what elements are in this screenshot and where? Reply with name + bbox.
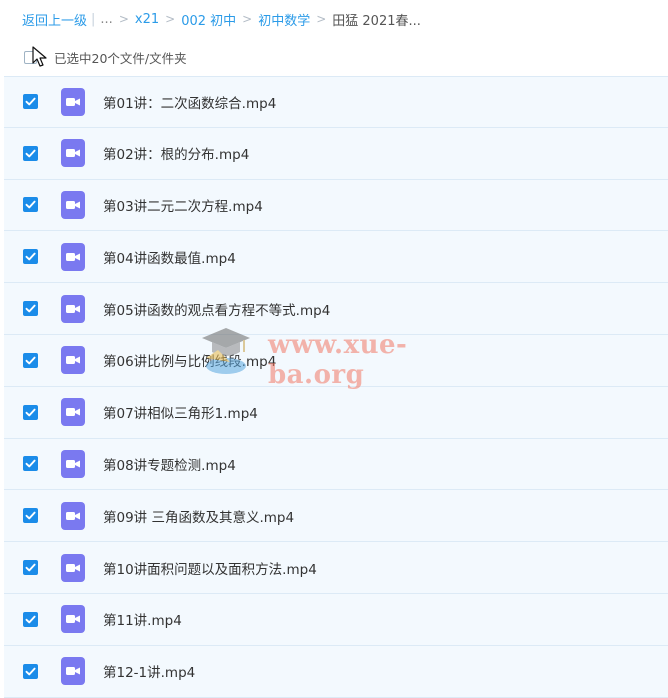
- file-list: 第01讲：二次函数综合.mp4 第02讲：根的分布.mp4 第03讲二元二次方程…: [4, 76, 668, 698]
- row-checkbox[interactable]: [23, 560, 38, 576]
- file-row-10[interactable]: 第10讲面积问题以及面积方法.mp4: [4, 542, 668, 594]
- file-row-12[interactable]: 第12-1讲.mp4: [4, 645, 668, 698]
- video-file-icon: [61, 657, 85, 686]
- file-name[interactable]: 第12-1讲.mp4: [103, 661, 195, 681]
- row-checkbox[interactable]: [23, 663, 38, 679]
- back-link[interactable]: 返回上一级: [22, 10, 87, 29]
- checkmark-icon: [25, 667, 36, 676]
- file-name[interactable]: 第07讲相似三角形1.mp4: [103, 402, 258, 422]
- video-file-icon: [61, 139, 85, 168]
- row-checkbox[interactable]: [23, 301, 38, 317]
- breadcrumb-item-x21[interactable]: x21: [135, 12, 159, 27]
- breadcrumb-divider: |: [91, 11, 96, 27]
- breadcrumb-item-junior-high[interactable]: 002 初中: [181, 10, 236, 29]
- checkmark-icon: [25, 563, 36, 572]
- checkmark-icon: [25, 511, 36, 520]
- row-checkbox[interactable]: [23, 508, 38, 524]
- row-checkbox[interactable]: [23, 94, 38, 110]
- checkmark-icon: [25, 201, 36, 209]
- file-row-4[interactable]: 第04讲函数最值.mp4: [4, 231, 668, 284]
- file-name[interactable]: 第11讲.mp4: [103, 609, 182, 629]
- file-name[interactable]: 第01讲：二次函数综合.mp4: [103, 92, 276, 112]
- file-row-9[interactable]: 第09讲 三角函数及其意义.mp4: [4, 490, 668, 543]
- file-name[interactable]: 第05讲函数的观点看方程不等式.mp4: [103, 299, 330, 319]
- file-row-3[interactable]: 第03讲二元二次方程.mp4: [4, 179, 668, 232]
- file-row-5[interactable]: 第05讲函数的观点看方程不等式.mp4: [4, 283, 668, 335]
- selection-bar: 已选中20个文件/文件夹: [0, 42, 668, 72]
- checkmark-icon: [25, 460, 36, 468]
- row-checkbox[interactable]: [23, 352, 38, 368]
- row-checkbox[interactable]: [23, 249, 38, 265]
- file-name[interactable]: 第10讲面积问题以及面积方法.mp4: [103, 558, 317, 578]
- row-checkbox[interactable]: [23, 145, 38, 161]
- chevron-right-icon: >: [165, 12, 176, 26]
- row-checkbox[interactable]: [23, 456, 38, 472]
- video-file-icon: [61, 190, 85, 219]
- file-row-7[interactable]: 第07讲相似三角形1.mp4: [4, 386, 668, 439]
- checkmark-icon: [25, 252, 36, 261]
- chevron-right-icon: >: [242, 12, 253, 26]
- file-row-2[interactable]: 第02讲：根的分布.mp4: [4, 127, 668, 180]
- breadcrumb-current: 田猛 2021春...: [332, 13, 421, 29]
- row-checkbox[interactable]: [23, 197, 38, 213]
- video-file-icon: [61, 242, 85, 271]
- checkmark-icon: [25, 304, 36, 313]
- video-file-icon: [61, 346, 85, 375]
- checkmark-icon: [25, 98, 36, 106]
- checkmark-icon: [25, 356, 36, 365]
- chevron-right-icon: >: [118, 12, 129, 26]
- checkmark-icon: [25, 615, 36, 624]
- checkmark-icon: [25, 408, 36, 417]
- video-file-icon: [61, 605, 85, 634]
- selection-count-label: 已选中20个文件/文件夹: [54, 50, 187, 66]
- video-file-icon: [61, 87, 85, 116]
- file-name[interactable]: 第03讲二元二次方程.mp4: [103, 195, 263, 215]
- video-file-icon: [61, 449, 85, 478]
- file-row-11[interactable]: 第11讲.mp4: [4, 593, 668, 646]
- file-name[interactable]: 第06讲比例与比例线段.mp4: [103, 350, 276, 370]
- video-file-icon: [61, 398, 85, 427]
- file-name[interactable]: 第02讲：根的分布.mp4: [103, 143, 249, 163]
- row-checkbox[interactable]: [23, 404, 38, 420]
- chevron-right-icon: >: [316, 12, 327, 26]
- checkmark-icon: [25, 149, 36, 158]
- file-row-8[interactable]: 第08讲专题检测.mp4: [4, 438, 668, 491]
- video-file-icon: [61, 501, 85, 530]
- file-row-1[interactable]: 第01讲：二次函数综合.mp4: [4, 76, 668, 128]
- row-checkbox[interactable]: [23, 611, 38, 627]
- mouse-pointer-icon: [32, 46, 47, 67]
- file-name[interactable]: 第09讲 三角函数及其意义.mp4: [103, 506, 294, 526]
- breadcrumb: 返回上一级 | ... > x21 > 002 初中 > 初中数学 > 田猛 2…: [0, 0, 668, 38]
- video-file-icon: [61, 294, 85, 323]
- breadcrumb-item-math[interactable]: 初中数学: [258, 10, 310, 29]
- file-row-6[interactable]: 第06讲比例与比例线段.mp4: [4, 334, 668, 387]
- video-file-icon: [61, 553, 85, 582]
- file-name[interactable]: 第08讲专题检测.mp4: [103, 454, 236, 474]
- breadcrumb-ellipsis[interactable]: ...: [100, 12, 112, 27]
- file-name[interactable]: 第04讲函数最值.mp4: [103, 247, 236, 267]
